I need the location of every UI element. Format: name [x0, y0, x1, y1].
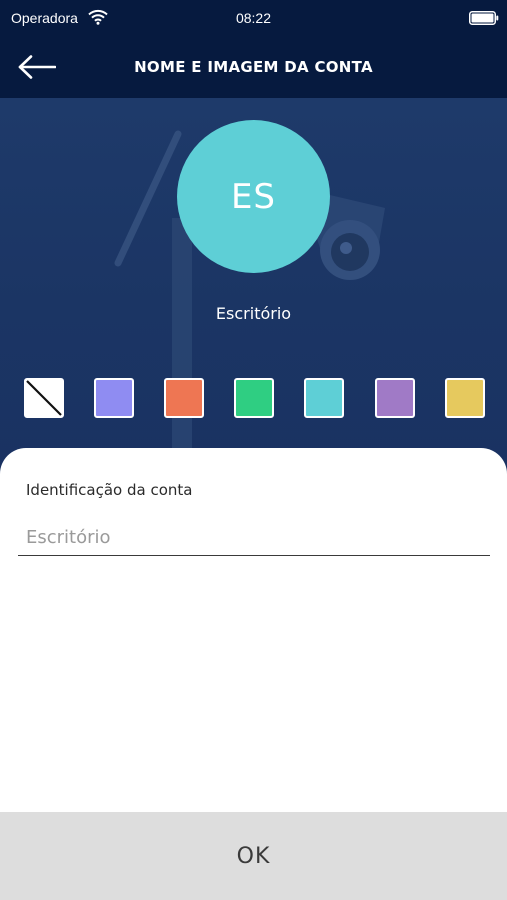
status-bar: Operadora 08:22	[0, 0, 507, 36]
swatch-none[interactable]	[24, 378, 64, 418]
account-id-label: Identificação da conta	[26, 481, 193, 499]
color-swatch-row	[24, 378, 486, 418]
form-sheet: Identificação da conta	[0, 448, 507, 813]
swatch-purple[interactable]	[375, 378, 415, 418]
swatch-orange[interactable]	[164, 378, 204, 418]
status-time: 08:22	[235, 10, 272, 26]
swatch-cyan[interactable]	[304, 378, 344, 418]
page-title: NOME E IMAGEM DA CONTA	[134, 58, 373, 76]
ok-button[interactable]: OK	[0, 812, 507, 900]
swatch-green[interactable]	[234, 378, 274, 418]
account-avatar[interactable]: ES	[177, 120, 330, 273]
nav-bar: NOME E IMAGEM DA CONTA	[0, 36, 507, 98]
account-hero: ES Escritório	[0, 98, 507, 478]
swatch-periwinkle[interactable]	[94, 378, 134, 418]
account-name-input[interactable]	[18, 520, 490, 556]
no-color-icon	[26, 380, 62, 416]
battery-icon	[469, 11, 499, 25]
swatch-yellow[interactable]	[445, 378, 485, 418]
account-name: Escritório	[215, 304, 292, 323]
avatar-initials: ES	[230, 176, 277, 217]
